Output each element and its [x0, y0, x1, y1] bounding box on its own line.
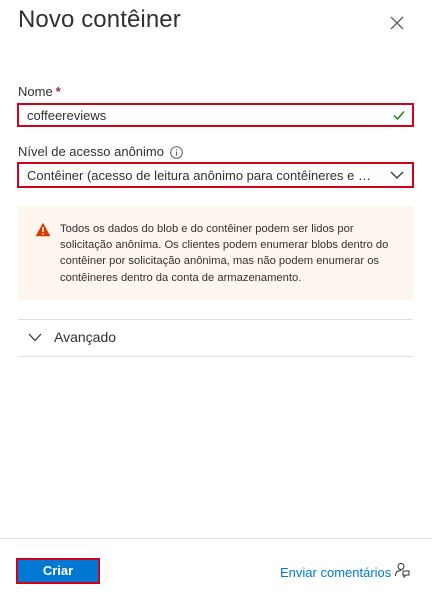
panel-title: Novo contêiner: [18, 6, 181, 33]
warning-message: Todos os dados do blob e do contêiner po…: [18, 206, 413, 300]
divider: [18, 356, 413, 357]
container-name-value: coffeereviews: [27, 108, 107, 123]
create-button[interactable]: Criar: [16, 558, 100, 584]
access-level-dropdown[interactable]: Contêiner (acesso de leitura anônimo par…: [17, 162, 414, 188]
name-label-text: Nome: [18, 84, 53, 99]
warning-text: Todos os dados do blob e do contêiner po…: [60, 223, 389, 284]
footer-divider: [0, 538, 432, 539]
access-level-label: Nível de acesso anônimo: [18, 144, 164, 159]
advanced-label: Avançado: [54, 329, 117, 345]
close-button[interactable]: [386, 12, 408, 34]
checkmark-icon: [393, 111, 405, 121]
warning-icon: [35, 222, 51, 237]
container-name-input[interactable]: coffeereviews: [17, 103, 414, 127]
chevron-down-icon: [390, 171, 404, 179]
required-marker: *: [55, 84, 61, 99]
new-container-panel: Novo contêiner Nome * coffeereviews Nível…: [0, 0, 432, 600]
chevron-down-icon: [28, 333, 42, 342]
feedback-icon[interactable]: [394, 562, 410, 578]
name-label: Nome *: [18, 84, 61, 99]
close-icon: [390, 16, 404, 30]
info-icon[interactable]: [170, 146, 183, 159]
access-level-selected: Contêiner (acesso de leitura anônimo par…: [27, 168, 377, 183]
divider: [18, 319, 413, 320]
feedback-link[interactable]: Enviar comentários: [280, 565, 391, 580]
